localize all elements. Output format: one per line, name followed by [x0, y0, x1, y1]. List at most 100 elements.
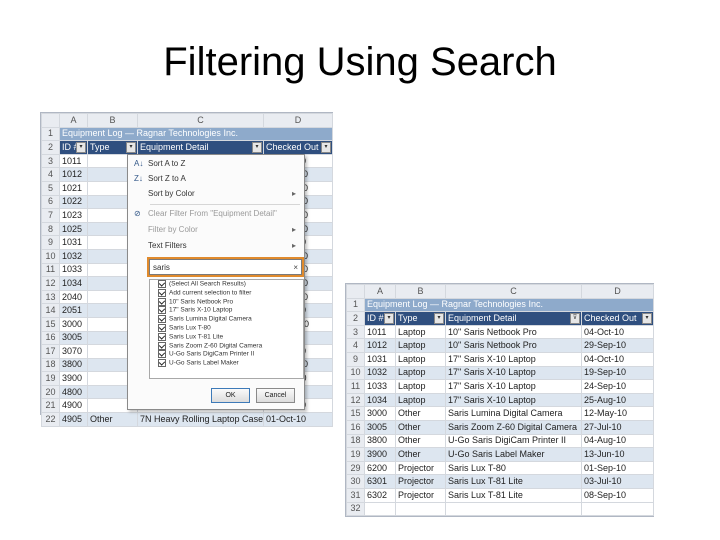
column-letter[interactable]: A: [364, 284, 396, 299]
type-cell[interactable]: Laptop: [395, 379, 446, 394]
row-number[interactable]: 18: [346, 433, 365, 449]
row-number[interactable]: 10: [346, 365, 365, 381]
id-cell[interactable]: 4905: [59, 412, 88, 427]
detail-cell[interactable]: Saris Lumina Digital Camera: [445, 406, 582, 421]
filter-dropdown-icon[interactable]: ▾: [76, 142, 86, 154]
id-cell[interactable]: 1032: [59, 248, 88, 264]
row-number[interactable]: 15: [41, 316, 60, 332]
checkbox-checked-icon[interactable]: [158, 297, 166, 306]
type-cell[interactable]: Projector: [395, 460, 446, 476]
sort-z-to-a-item[interactable]: Z↓ Sort Z to A: [134, 172, 298, 186]
checked-out-cell[interactable]: 03-Jul-10: [581, 474, 654, 489]
id-cell[interactable]: 3000: [59, 316, 88, 332]
cancel-button[interactable]: Cancel: [256, 388, 295, 403]
checked-out-cell[interactable]: 19-Sep-10: [581, 365, 654, 381]
id-cell[interactable]: 6200: [364, 460, 396, 476]
checked-out-cell[interactable]: 04-Oct-10: [581, 324, 654, 340]
id-cell[interactable]: 1022: [59, 194, 88, 210]
row-number[interactable]: 9: [346, 351, 365, 367]
id-cell[interactable]: 3900: [364, 447, 396, 462]
checkbox-checked-icon[interactable]: [158, 323, 166, 332]
id-cell[interactable]: 1012: [59, 167, 88, 182]
detail-cell[interactable]: Saris Lux T-81 Lite: [445, 474, 582, 489]
checked-out-cell[interactable]: 25-Aug-10: [581, 392, 654, 408]
detail-cell[interactable]: 17" Saris X-10 Laptop: [445, 392, 582, 408]
id-cell[interactable]: 1034: [59, 276, 88, 291]
filter-by-color-item[interactable]: Filter by Color ▸: [134, 223, 298, 237]
filter-checkbox-item[interactable]: U-Go Saris Label Maker: [150, 359, 303, 368]
id-cell[interactable]: 6302: [364, 487, 396, 503]
filter-search-input[interactable]: saris ×: [147, 257, 304, 277]
detail-cell[interactable]: 17" Saris X-10 Laptop: [445, 365, 582, 381]
row-number[interactable]: 11: [346, 379, 365, 394]
sort-by-color-item[interactable]: Sort by Color ▸: [134, 187, 298, 201]
clear-filter-item[interactable]: ⊘ Clear Filter From "Equipment Detail": [134, 207, 298, 221]
id-cell[interactable]: 1011: [59, 153, 88, 169]
filter-checkbox-item[interactable]: (Select All Search Results): [150, 280, 303, 289]
checkbox-checked-icon[interactable]: [158, 288, 166, 297]
column-letter[interactable]: C: [137, 113, 264, 128]
row-number[interactable]: 29: [346, 460, 365, 476]
type-cell[interactable]: Other: [395, 406, 446, 421]
row-number[interactable]: 20: [41, 384, 60, 400]
row-number[interactable]: 15: [346, 406, 365, 421]
id-cell[interactable]: 1031: [364, 351, 396, 367]
id-cell[interactable]: 1032: [364, 365, 396, 381]
type-cell[interactable]: Laptop: [395, 351, 446, 367]
row-number[interactable]: 12: [41, 276, 60, 291]
checkbox-checked-icon[interactable]: [158, 306, 166, 315]
row-number[interactable]: 3: [41, 153, 60, 169]
row-number[interactable]: 10: [41, 248, 60, 264]
id-cell[interactable]: 6301: [364, 474, 396, 489]
filter-dropdown-icon[interactable]: ▾: [384, 313, 394, 325]
column-letter[interactable]: A: [59, 113, 88, 128]
checked-out-cell[interactable]: 01-Oct-10: [263, 412, 333, 427]
filter-checkbox-item[interactable]: 10" Saris Netbook Pro: [150, 297, 303, 307]
detail-cell[interactable]: Saris Lux T-80: [445, 460, 582, 476]
checkbox-checked-icon[interactable]: [158, 341, 166, 350]
filter-checkbox-item[interactable]: Saris Lux T-80: [150, 323, 303, 333]
row-number[interactable]: 11: [41, 262, 60, 278]
id-cell[interactable]: 1033: [364, 379, 396, 394]
type-cell[interactable]: Other: [395, 447, 446, 462]
filter-checkbox-item[interactable]: Saris Lumina Digital Camera: [150, 315, 303, 324]
filter-checkbox-item[interactable]: 17" Saris X-10 Laptop: [150, 306, 303, 315]
detail-cell[interactable]: 10" Saris Netbook Pro: [445, 338, 582, 353]
checked-out-cell[interactable]: 01-Sep-10: [581, 460, 654, 476]
column-letter[interactable]: B: [87, 113, 138, 128]
id-cell[interactable]: 4900: [59, 398, 88, 414]
ok-button[interactable]: OK: [211, 388, 250, 403]
filter-checkbox-item[interactable]: U-Go Saris DigiCam Printer II: [150, 350, 303, 359]
row-number[interactable]: 12: [346, 392, 365, 408]
filter-dropdown-icon[interactable]: ▾: [434, 313, 444, 325]
filter-dropdown-icon[interactable]: ▾: [126, 142, 136, 154]
checked-out-cell[interactable]: 04-Aug-10: [581, 433, 654, 449]
type-cell[interactable]: Projector: [395, 487, 446, 503]
checked-out-cell[interactable]: 27-Jul-10: [581, 419, 654, 435]
detail-cell[interactable]: Saris Zoom Z-60 Digital Camera: [445, 419, 582, 435]
id-cell[interactable]: 1031: [59, 235, 88, 250]
filter-dropdown-icon[interactable]: ▾: [642, 313, 652, 325]
checked-out-cell[interactable]: 12-May-10: [581, 406, 654, 421]
type-cell[interactable]: Laptop: [395, 392, 446, 408]
id-cell[interactable]: 1011: [364, 324, 396, 340]
filter-checkbox-item[interactable]: Saris Zoom Z-60 Digital Camera: [150, 341, 303, 351]
id-cell[interactable]: 1023: [59, 208, 88, 223]
id-cell[interactable]: 1033: [59, 262, 88, 278]
checked-out-cell[interactable]: 13-Jun-10: [581, 447, 654, 462]
id-cell[interactable]: 3005: [59, 330, 88, 346]
column-letter[interactable]: D: [263, 113, 333, 128]
row-number[interactable]: 18: [41, 357, 60, 373]
row-number[interactable]: 3: [346, 324, 365, 340]
checkbox-checked-icon[interactable]: [158, 280, 166, 288]
sort-a-to-z-item[interactable]: A↓ Sort A to Z: [134, 157, 298, 171]
checkbox-checked-icon[interactable]: [158, 350, 166, 359]
id-cell[interactable]: 4800: [59, 384, 88, 400]
filter-dropdown-icon[interactable]: ▾: [321, 142, 331, 154]
column-letter[interactable]: C: [445, 284, 582, 299]
detail-cell[interactable]: 7N Heavy Rolling Laptop Case: [137, 412, 264, 427]
column-letter[interactable]: B: [395, 284, 446, 299]
column-letter[interactable]: D: [581, 284, 654, 299]
row-number[interactable]: 16: [346, 419, 365, 435]
id-cell[interactable]: 3070: [59, 344, 88, 359]
